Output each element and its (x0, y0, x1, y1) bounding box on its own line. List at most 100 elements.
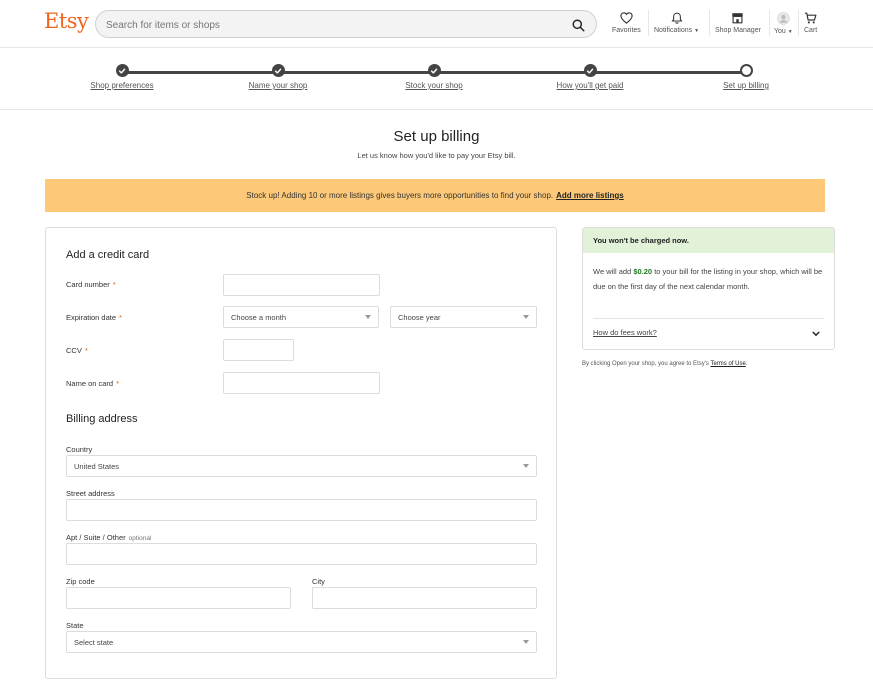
street-address-input[interactable] (67, 500, 536, 521)
etsy-logo[interactable]: Etsy (44, 9, 89, 33)
terms-notice: By clicking Open your shop, you agree to… (582, 361, 748, 367)
step-set-up-billing[interactable]: Set up billing (671, 64, 821, 90)
country-label: Country (66, 445, 93, 454)
name-on-card-input[interactable] (224, 373, 379, 394)
step-complete-dot (115, 64, 129, 77)
ccv-field (223, 339, 294, 361)
cart-label: Cart (804, 27, 818, 34)
checkmark-icon (586, 68, 594, 74)
step-label[interactable]: Shop preferences (47, 81, 197, 90)
credit-card-section-title: Add a credit card (66, 249, 150, 261)
month-select-value: Choose a month (231, 312, 287, 322)
step-label[interactable]: How you'll get paid (515, 81, 665, 90)
nav-divider (769, 10, 770, 36)
step-label[interactable]: Set up billing (671, 81, 821, 90)
checkmark-icon (274, 68, 282, 74)
info-panel-header: You won't be charged now. (583, 228, 834, 253)
add-more-listings-link[interactable]: Add more listings (556, 191, 624, 200)
shop-manager-label: Shop Manager (715, 27, 761, 34)
nav-divider (648, 10, 649, 36)
nav-divider (709, 10, 710, 36)
heart-icon (620, 12, 633, 24)
chevron-down-icon (523, 315, 529, 319)
stock-up-banner: Stock up! Adding 10 or more listings giv… (45, 179, 825, 212)
chevron-down-icon (365, 315, 371, 319)
you-label: You ▼ (774, 28, 793, 35)
checkmark-icon (430, 68, 438, 74)
cart-icon (805, 12, 817, 24)
expiration-date-label: Expiration date * (66, 313, 122, 322)
zip-code-field (66, 587, 291, 609)
name-on-card-field (223, 372, 380, 394)
onboarding-progress: Shop preferences Name your shop Stock yo… (0, 48, 873, 110)
how-do-fees-work-link[interactable]: How do fees work? (593, 328, 657, 337)
zip-code-label: Zip code (66, 577, 95, 586)
step-complete-dot (583, 64, 597, 77)
step-complete-dot (427, 64, 441, 77)
billing-info-panel: You won't be charged now. We will add $0… (582, 227, 835, 350)
site-header: Etsy Favorites Notifications ▼ Shop Ma (0, 0, 873, 48)
step-current-dot (739, 64, 753, 77)
chevron-down-icon: ▼ (694, 28, 700, 34)
apt-suite-field (66, 543, 537, 565)
step-shop-preferences[interactable]: Shop preferences (47, 64, 197, 90)
search-icon (571, 18, 585, 32)
state-label: State (66, 621, 84, 630)
you-nav[interactable]: You ▼ (774, 12, 793, 35)
card-number-field (223, 274, 380, 296)
apt-suite-input[interactable] (67, 544, 536, 565)
search-button[interactable] (570, 17, 586, 33)
state-select[interactable]: Select state (66, 631, 537, 653)
city-input[interactable] (313, 588, 536, 609)
notifications-label: Notifications ▼ (654, 27, 700, 34)
ccv-input[interactable] (224, 340, 293, 361)
billing-address-section-title: Billing address (66, 413, 138, 425)
apt-suite-label: Apt / Suite / Other optional (66, 533, 152, 542)
favorites-label: Favorites (612, 27, 641, 34)
expiration-month-select[interactable]: Choose a month (223, 306, 379, 328)
name-on-card-label: Name on card * (66, 379, 120, 388)
country-select-value: United States (74, 461, 120, 471)
info-panel-body: We will add $0.20 to your bill for the l… (593, 267, 823, 291)
street-address-field (66, 499, 537, 521)
favorites-nav[interactable]: Favorites (612, 12, 641, 34)
chevron-down-icon (812, 331, 820, 336)
shop-manager-nav[interactable]: Shop Manager (715, 12, 761, 34)
step-stock-your-shop[interactable]: Stock your shop (359, 64, 509, 90)
step-complete-dot (271, 64, 285, 77)
billing-form-card: Add a credit card Card number * Expiratio… (45, 227, 557, 679)
city-label: City (312, 577, 325, 586)
banner-text: Stock up! Adding 10 or more listings giv… (246, 191, 554, 200)
listing-fee-amount: $0.20 (633, 267, 653, 276)
country-select[interactable]: United States (66, 455, 537, 477)
street-address-label: Street address (66, 489, 115, 498)
chevron-down-icon (523, 464, 529, 468)
page-subtitle: Let us know how you'd like to pay your E… (357, 151, 516, 160)
search-bar (95, 10, 597, 38)
step-how-youll-get-paid[interactable]: How you'll get paid (515, 64, 665, 90)
fees-faq-row[interactable]: How do fees work? (593, 318, 824, 337)
nav-divider (798, 10, 799, 36)
notifications-nav[interactable]: Notifications ▼ (654, 12, 699, 34)
shop-icon (732, 13, 744, 24)
checkmark-icon (118, 68, 126, 74)
expiration-year-select[interactable]: Choose year (390, 306, 537, 328)
step-name-your-shop[interactable]: Name your shop (203, 64, 353, 90)
step-label[interactable]: Stock your shop (359, 81, 509, 90)
card-number-input[interactable] (224, 275, 379, 296)
cart-nav[interactable]: Cart (804, 12, 817, 34)
page-title: Set up billing (393, 128, 480, 145)
chevron-down-icon (523, 640, 529, 644)
state-select-value: Select state (74, 637, 114, 647)
terms-of-use-link[interactable]: Terms of Use (710, 361, 745, 367)
zip-code-input[interactable] (67, 588, 290, 609)
step-label[interactable]: Name your shop (203, 81, 353, 90)
chevron-down-icon: ▼ (787, 29, 793, 35)
avatar (777, 12, 790, 25)
year-select-value: Choose year (398, 312, 441, 322)
ccv-label: CCV * (66, 346, 88, 355)
card-number-label: Card number * (66, 280, 116, 289)
city-field (312, 587, 537, 609)
bell-icon (670, 12, 683, 24)
search-input[interactable] (106, 17, 556, 33)
